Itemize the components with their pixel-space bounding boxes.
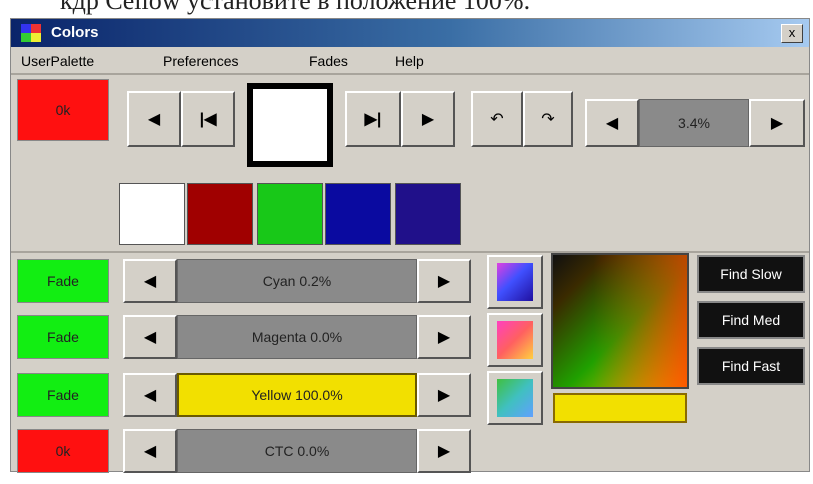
redo-button[interactable]: ↷ xyxy=(523,91,573,147)
find-med-button[interactable]: Find Med xyxy=(697,301,805,339)
menu-fades[interactable]: Fades xyxy=(309,53,348,69)
caption-text: кдр Cellow установите в положение 100%. xyxy=(60,0,531,15)
gradient-green-button[interactable] xyxy=(487,371,543,425)
channel-status[interactable]: 0k xyxy=(17,429,109,473)
channel-status[interactable]: Fade xyxy=(17,315,109,359)
first-color-button[interactable]: |◀ xyxy=(181,91,235,147)
channel-status[interactable]: Fade xyxy=(17,373,109,417)
title-bar[interactable]: Colors x xyxy=(11,19,809,47)
left-arrow-icon: ◀ xyxy=(605,115,619,132)
channel-status[interactable]: Fade xyxy=(17,259,109,303)
palette-swatch[interactable] xyxy=(395,183,461,245)
left-arrow-icon: ◀ xyxy=(143,387,157,404)
channel-increase-button[interactable]: ▶ xyxy=(417,373,471,417)
channel-increase-button[interactable]: ▶ xyxy=(417,315,471,359)
channel-increase-button[interactable]: ▶ xyxy=(417,429,471,473)
left-arrow-icon: ◀ xyxy=(143,443,157,460)
menu-bar: UserPalette Preferences Fades Help xyxy=(11,47,809,73)
channel-decrease-button[interactable]: ◀ xyxy=(123,373,177,417)
right-arrow-icon: ▶ xyxy=(437,329,451,346)
gradient-red-button[interactable] xyxy=(487,313,543,367)
left-arrow-icon: ◀ xyxy=(143,329,157,346)
channel-decrease-button[interactable]: ◀ xyxy=(123,259,177,303)
close-button[interactable]: x xyxy=(781,24,803,43)
gradient-green-swatch xyxy=(497,379,533,417)
skip-start-icon: |◀ xyxy=(199,111,217,128)
channel-value: Cyan 0.2% xyxy=(177,259,417,303)
left-arrow-icon: ◀ xyxy=(147,111,161,128)
menu-userpalette[interactable]: UserPalette xyxy=(21,53,94,69)
gradient-blue-swatch xyxy=(497,263,533,301)
find-fast-button[interactable]: Find Fast xyxy=(697,347,805,385)
menu-divider xyxy=(11,73,809,75)
gradient-red-swatch xyxy=(497,321,533,359)
prev-color-button[interactable]: ◀ xyxy=(127,91,181,147)
undo-button[interactable]: ↶ xyxy=(471,91,523,147)
current-color-preview xyxy=(247,83,333,167)
right-arrow-icon: ▶ xyxy=(437,387,451,404)
channel-decrease-button[interactable]: ◀ xyxy=(123,429,177,473)
last-color-button[interactable]: ▶| xyxy=(345,91,401,147)
window-title: Colors xyxy=(51,24,99,41)
selected-color-preview xyxy=(553,393,687,423)
channel-value: Magenta 0.0% xyxy=(177,315,417,359)
palette-swatch[interactable] xyxy=(325,183,391,245)
palette-swatch[interactable] xyxy=(187,183,253,245)
channel-increase-button[interactable]: ▶ xyxy=(417,259,471,303)
right-arrow-icon: ▶ xyxy=(770,115,784,132)
menu-preferences[interactable]: Preferences xyxy=(163,53,238,69)
right-arrow-icon: ▶ xyxy=(437,273,451,290)
right-arrow-icon: ▶ xyxy=(437,443,451,460)
skip-end-icon: ▶| xyxy=(364,111,382,128)
channel-decrease-button[interactable]: ◀ xyxy=(123,315,177,359)
next-color-button[interactable]: ▶ xyxy=(401,91,455,147)
left-arrow-icon: ◀ xyxy=(143,273,157,290)
right-arrow-icon: ▶ xyxy=(421,111,435,128)
zoom-decrease-button[interactable]: ◀ xyxy=(585,99,639,147)
top-status-indicator: 0k xyxy=(17,79,109,141)
menu-help[interactable]: Help xyxy=(395,53,424,69)
undo-icon: ↶ xyxy=(490,111,504,128)
palette-swatch[interactable] xyxy=(257,183,323,245)
color-field[interactable] xyxy=(551,253,689,389)
zoom-value: 3.4% xyxy=(639,99,749,147)
channel-value: Yellow 100.0% xyxy=(177,373,417,417)
section-divider xyxy=(11,251,809,253)
gradient-blue-button[interactable] xyxy=(487,255,543,309)
palette-icon xyxy=(21,24,41,42)
colors-window: Colors x UserPalette Preferences Fades H… xyxy=(10,18,810,473)
zoom-increase-button[interactable]: ▶ xyxy=(749,99,805,147)
channel-value: CTC 0.0% xyxy=(177,429,417,473)
color-field-overlay xyxy=(553,255,687,387)
palette-swatch[interactable] xyxy=(119,183,185,245)
find-slow-button[interactable]: Find Slow xyxy=(697,255,805,293)
redo-icon: ↷ xyxy=(541,111,555,128)
